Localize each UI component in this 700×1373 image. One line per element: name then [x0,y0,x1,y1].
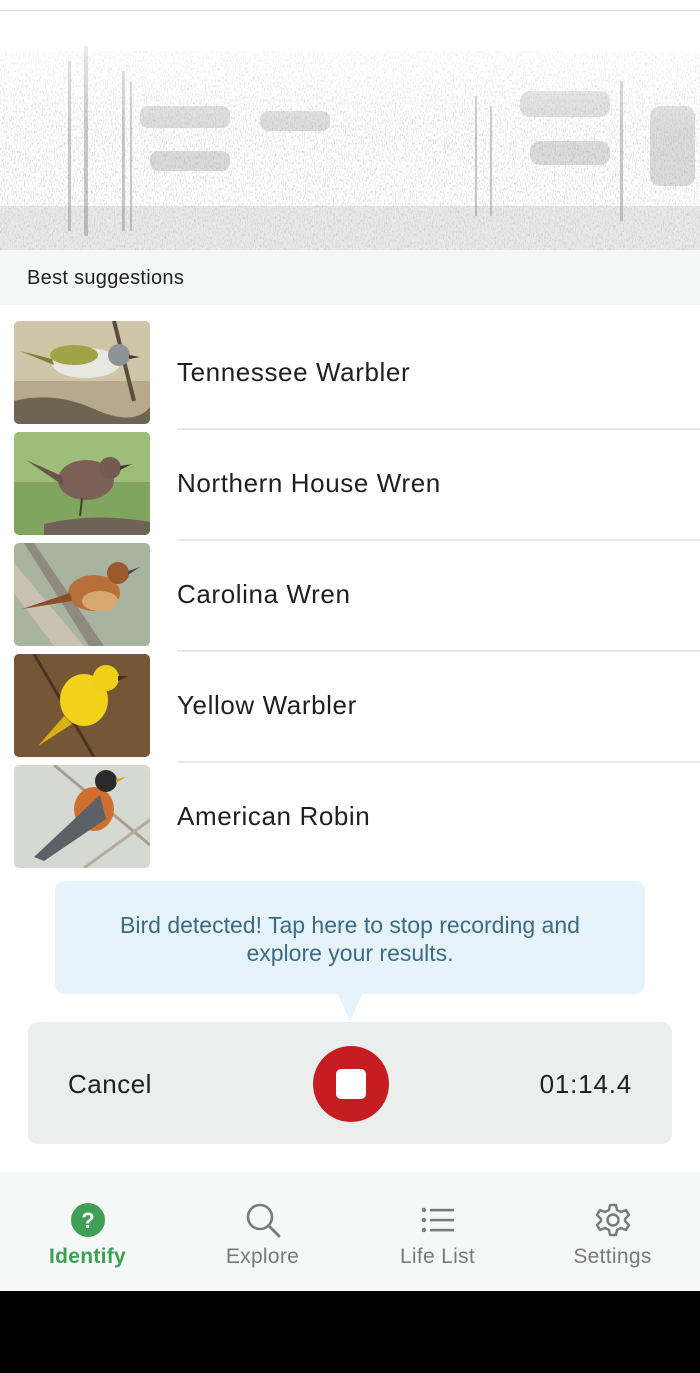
tab-label: Settings [573,1245,652,1268]
list-item[interactable]: American Robin [0,749,700,868]
tab-label: Explore [225,1245,300,1268]
bottom-navigation: ? Identify Explore Life List Settings [0,1172,700,1291]
bird-photo [14,432,150,535]
species-name: Yellow Warbler [177,690,357,720]
recording-bar: Cancel 01:14.4 [28,1022,672,1144]
stop-icon [336,1069,366,1099]
list-item[interactable]: Carolina Wren [0,527,700,652]
list-item[interactable]: Tennessee Warbler [0,305,700,430]
tab-life-list[interactable]: Life List [350,1172,525,1291]
tab-identify[interactable]: ? Identify [0,1172,175,1291]
spectrogram [0,0,700,250]
list-item[interactable]: Yellow Warbler [0,638,700,763]
list-icon [421,1207,454,1233]
species-name: Tennessee Warbler [177,357,411,387]
species-name: Northern House Wren [177,468,441,498]
tooltip-pointer [338,994,362,1022]
section-header: Best suggestions [0,250,700,305]
spectrogram-image [0,11,700,250]
stop-recording-button[interactable] [313,1046,389,1122]
bird-photo [14,321,150,424]
cancel-button[interactable]: Cancel [68,1069,152,1100]
species-name: Carolina Wren [177,579,351,609]
question-circle-icon: ? [70,1203,105,1237]
bird-detected-tooltip[interactable]: Bird detected! Tap here to stop recordin… [55,881,645,994]
recording-timer: 01:14.4 [539,1069,632,1099]
list-item[interactable]: Northern House Wren [0,416,700,541]
tab-label: Identify [48,1245,127,1268]
bird-photo [14,654,150,757]
system-navigation-bar [0,1291,700,1373]
tooltip-text: Bird detected! Tap here to stop recordin… [120,912,580,966]
species-name: American Robin [177,801,371,831]
tab-settings[interactable]: Settings [525,1172,700,1291]
bird-photo [14,765,150,868]
tab-label: Life List [399,1245,476,1268]
section-title: Best suggestions [27,267,185,289]
svg-text:?: ? [81,1208,94,1233]
bird-photo [14,543,150,646]
gear-icon [595,1203,630,1237]
search-icon [246,1203,280,1238]
tab-explore[interactable]: Explore [175,1172,350,1291]
